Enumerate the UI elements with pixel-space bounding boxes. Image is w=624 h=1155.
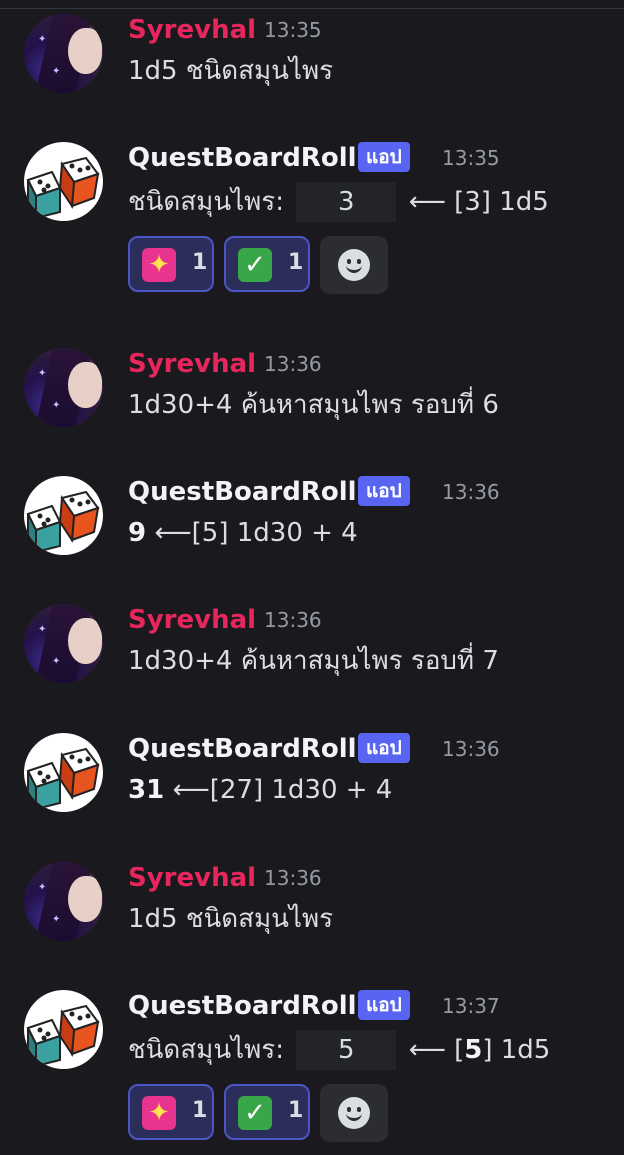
author-name[interactable]: QuestBoardRoll [128,990,357,1022]
roll-result-code: 3 [296,182,397,222]
roll-detail: ⟵[5] 1d30 + 4 [154,518,358,548]
message-text: 1d30+4 ค้นหาสมุนไพร รอบที่ 7 [128,646,499,676]
avatar[interactable] [24,990,103,1069]
reaction-count: 1 [192,250,208,275]
reaction-count: 1 [288,250,304,275]
check-mark-icon: ✓ [238,1096,272,1130]
reaction-count: 1 [288,1098,304,1123]
message: QuestBoardRoll แอป 13:36 31 ⟵[27] 1d30 +… [0,733,624,833]
roll-detail: ⟵ [3] 1d5 [408,187,549,217]
avatar[interactable]: ✦ ✦ [24,348,103,427]
message-text: 31 ⟵[27] 1d30 + 4 [128,773,392,807]
sparkling-heart-icon: ✦ [142,248,176,282]
message: ✦ ✦ Syrevhal 13:36 1d5 ชนิดสมุนไพร [0,862,624,962]
timestamp: 13:36 [264,608,322,632]
app-badge: แอป [358,142,410,172]
reaction-sparkling-heart[interactable]: ✦ 1 [128,1084,214,1140]
check-mark-icon: ✓ [238,248,272,282]
smiley-icon [338,1097,370,1129]
timestamp: 13:36 [264,352,322,376]
timestamp: 13:35 [264,18,322,42]
author-name[interactable]: QuestBoardRoll [128,142,357,174]
top-divider [0,0,624,9]
roll-total: 9 [128,518,147,548]
message-text: 1d30+4 ค้นหาสมุนไพร รอบที่ 6 [128,390,499,420]
timestamp: 13:36 [442,737,500,761]
add-reaction-button[interactable] [320,1084,388,1142]
roll-detail: ⟵[27] 1d30 + 4 [172,775,393,805]
avatar[interactable] [24,733,103,812]
app-badge: แอป [358,476,410,506]
reaction-check-mark[interactable]: ✓ 1 [224,1084,310,1140]
roll-detail-suffix: ] 1d5 [482,1035,551,1065]
author-name[interactable]: QuestBoardRoll [128,733,357,765]
avatar[interactable] [24,142,103,221]
author-name[interactable]: Syrevhal [128,604,256,636]
roll-detail-prefix: ⟵ [ [408,1035,465,1065]
roll-label: ชนิดสมุนไพร: [128,187,285,217]
avatar[interactable]: ✦ ✦ [24,14,103,93]
smiley-icon [338,249,370,281]
message: ✦ ✦ Syrevhal 13:35 1d5 ชนิดสมุนไพร [0,14,624,114]
roll-result-code: 5 [296,1030,397,1070]
reaction-check-mark[interactable]: ✓ 1 [224,236,310,292]
timestamp: 13:36 [442,480,500,504]
timestamp: 13:37 [442,994,500,1018]
message: QuestBoardRoll แอป 13:35 ชนิดสมุนไพร: 3 … [0,142,624,294]
reaction-sparkling-heart[interactable]: ✦ 1 [128,236,214,292]
message-text: ชนิดสมุนไพร: 5 ⟵ [5] 1d5 [128,1030,550,1070]
sparkling-heart-icon: ✦ [142,1096,176,1130]
roll-total: 31 [128,775,165,805]
author-name[interactable]: Syrevhal [128,348,256,380]
roll-label: ชนิดสมุนไพร: [128,1035,285,1065]
author-name[interactable]: QuestBoardRoll [128,476,357,508]
message: QuestBoardRoll แอป 13:37 ชนิดสมุนไพร: 5 … [0,990,624,1142]
message: QuestBoardRoll แอป 13:36 9 ⟵[5] 1d30 + 4 [0,476,624,576]
avatar[interactable]: ✦ ✦ [24,604,103,683]
message-text: 9 ⟵[5] 1d30 + 4 [128,516,358,550]
avatar[interactable]: ✦ ✦ [24,862,103,941]
app-badge: แอป [358,990,410,1020]
timestamp: 13:36 [264,866,322,890]
add-reaction-button[interactable] [320,236,388,294]
message-text: 1d5 ชนิดสมุนไพร [128,56,334,86]
message-text: ชนิดสมุนไพร: 3 ⟵ [3] 1d5 [128,182,549,222]
author-name[interactable]: Syrevhal [128,14,256,46]
author-name[interactable]: Syrevhal [128,862,256,894]
roll-detail-bold: 5 [464,1035,483,1065]
message: ✦ ✦ Syrevhal 13:36 1d30+4 ค้นหาสมุนไพร รอ… [0,604,624,704]
app-badge: แอป [358,733,410,763]
avatar[interactable] [24,476,103,555]
reaction-count: 1 [192,1098,208,1123]
message: ✦ ✦ Syrevhal 13:36 1d30+4 ค้นหาสมุนไพร รอ… [0,348,624,448]
message-text: 1d5 ชนิดสมุนไพร [128,904,334,934]
timestamp: 13:35 [442,146,500,170]
